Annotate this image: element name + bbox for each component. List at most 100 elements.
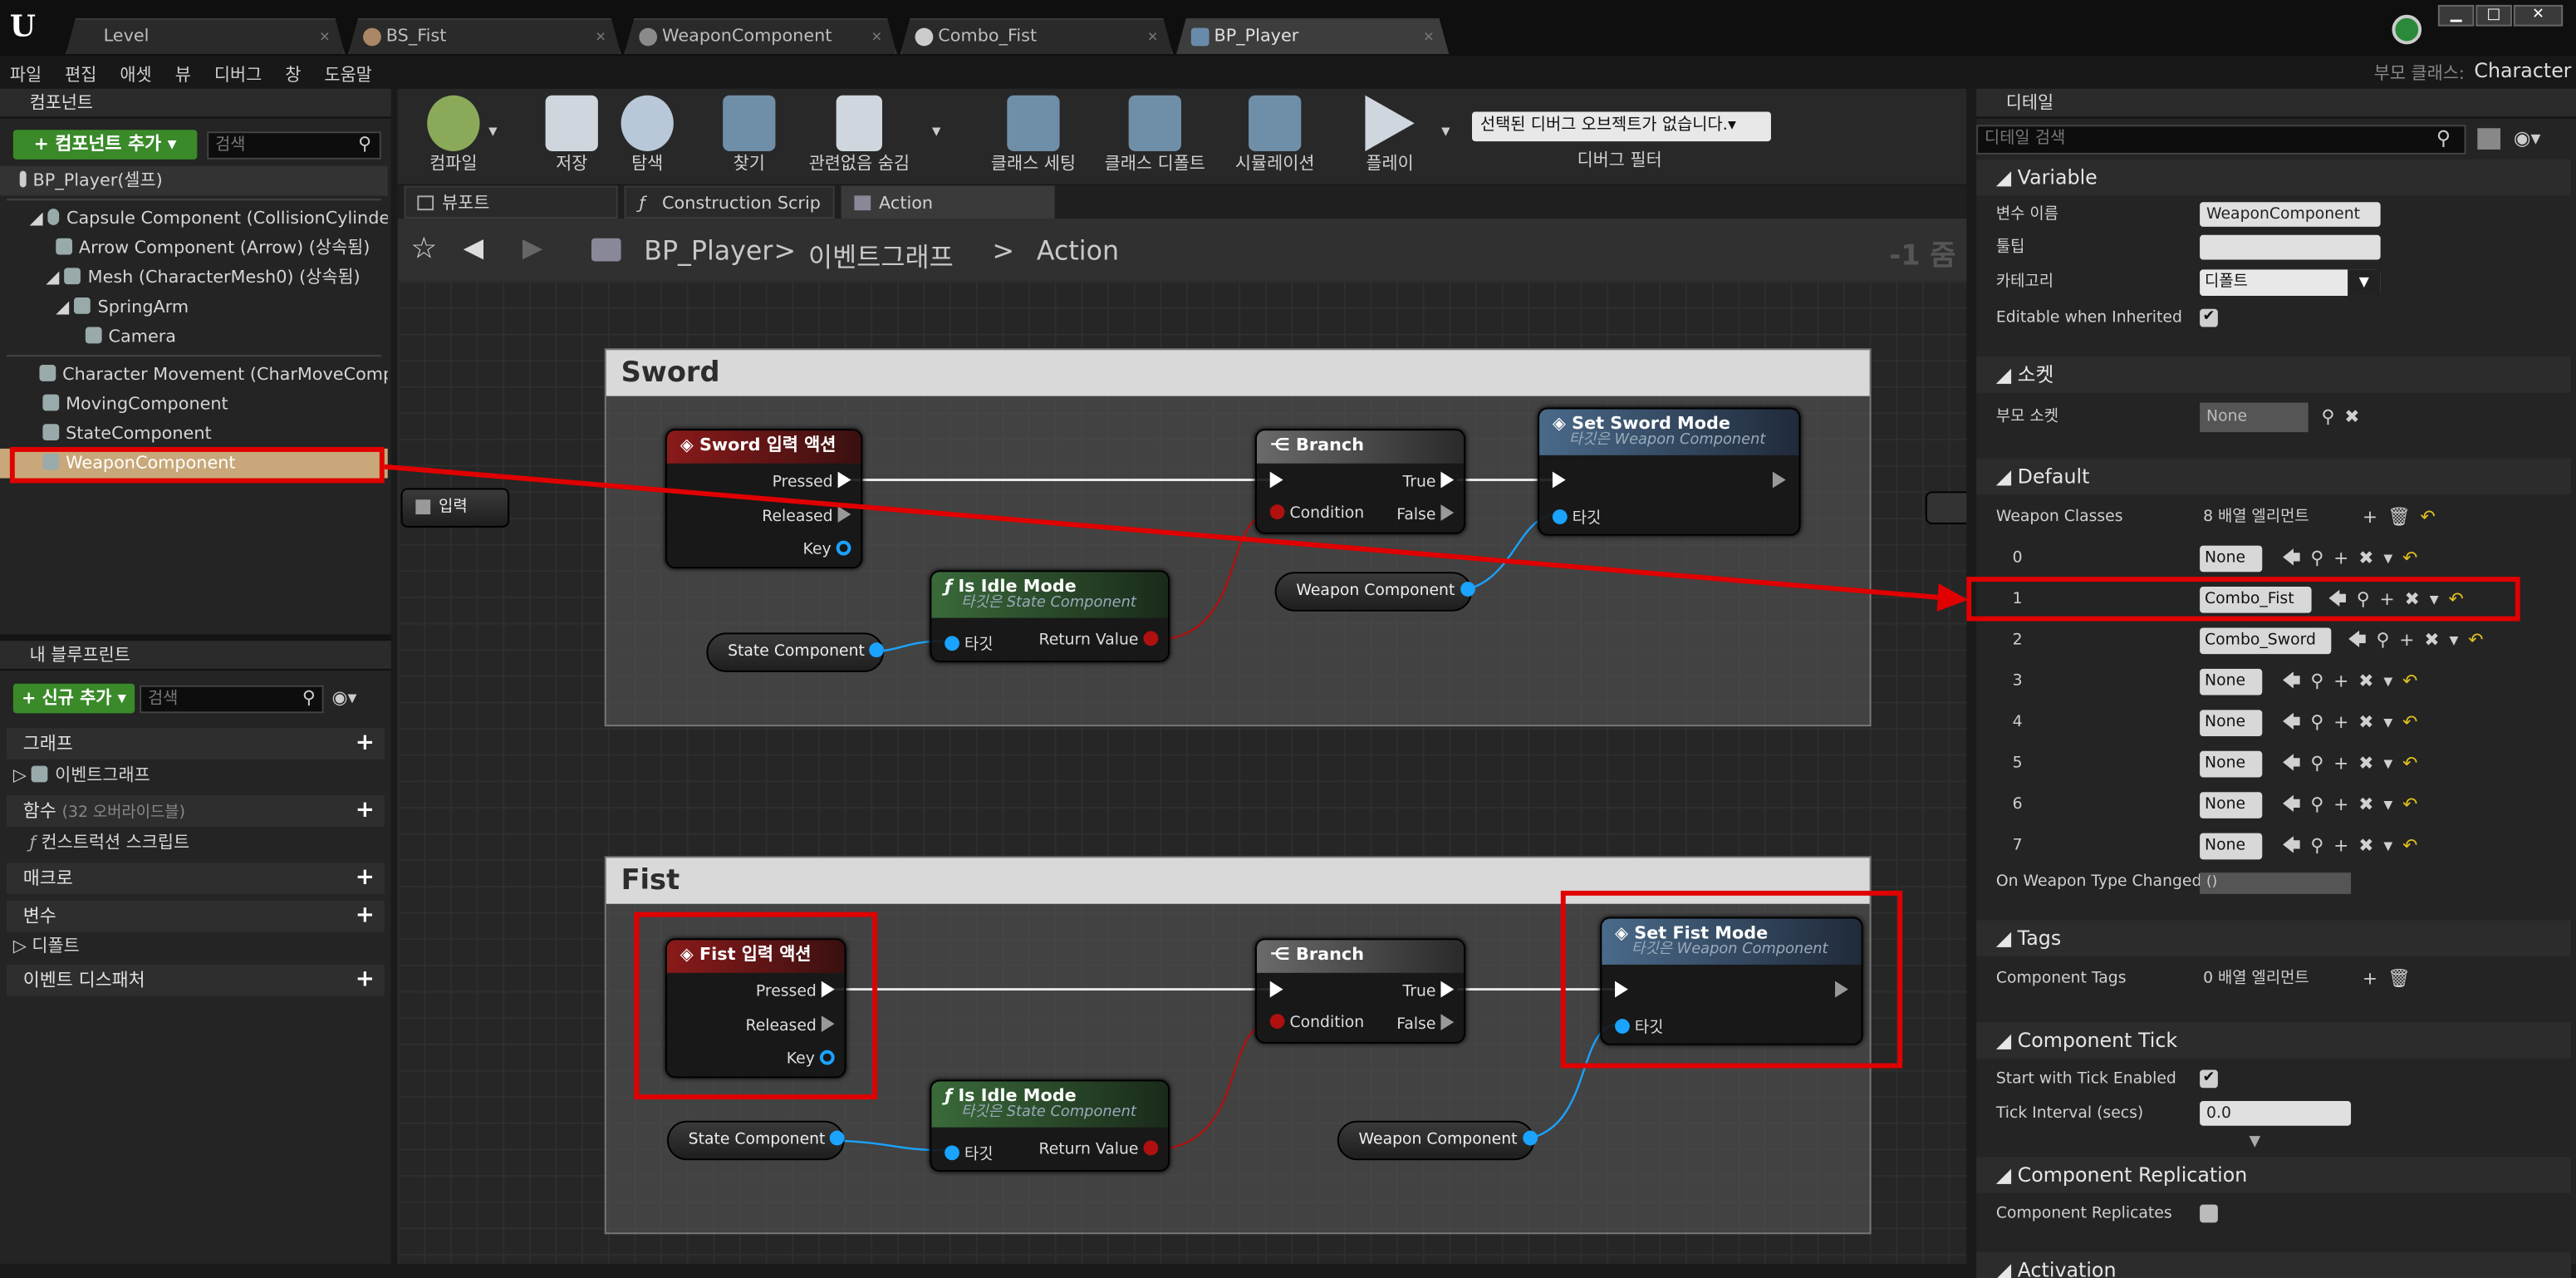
insert-icon[interactable]: + xyxy=(2333,753,2358,774)
reset-to-default-icon[interactable]: ↶ xyxy=(2449,588,2474,610)
chevron-down-icon[interactable]: ▾ xyxy=(2383,711,2402,733)
node-fist-branch[interactable]: ⋲ Branch True Condition False xyxy=(1254,938,1466,1044)
back-arrow-icon[interactable]: ◀ xyxy=(464,232,483,263)
tooltip-input[interactable] xyxy=(2200,234,2381,260)
maximize-button[interactable]: □ xyxy=(2475,4,2512,27)
close-icon[interactable]: ✕ xyxy=(871,20,882,55)
defaults-category-item[interactable]: ▷ 디폴트 xyxy=(0,931,388,961)
debug-object-dropdown[interactable]: 선택된 디버그 오브젝트가 없습니다.▾ xyxy=(1472,111,1771,142)
reset-to-default-icon[interactable]: ↶ xyxy=(2402,671,2427,692)
use-selected-icon[interactable]: 🡄 xyxy=(2282,753,2310,774)
reset-to-default-icon[interactable]: ↶ xyxy=(2468,629,2493,651)
add-element-icon[interactable]: + xyxy=(2363,968,2387,990)
component-state[interactable]: StateComponent xyxy=(0,419,388,449)
grid-view-icon[interactable] xyxy=(2477,128,2501,150)
tick-interval-input[interactable]: 0.0 xyxy=(2200,1101,2352,1126)
delete-icon[interactable]: ✖ xyxy=(2358,794,2383,815)
menu-edit[interactable]: 편집 xyxy=(55,56,105,87)
save-button[interactable]: 저장 xyxy=(536,89,608,184)
node-sword-input-action[interactable]: ◈ Sword 입력 액션 Pressed Released Key xyxy=(665,429,863,569)
breadcrumb-graph[interactable]: 이벤트그래프 xyxy=(808,235,954,274)
weapon-class-dropdown[interactable]: Combo_Fist xyxy=(2200,587,2312,613)
construction-script-item[interactable]: ƒ 컨스트럭션 스크립트 xyxy=(0,828,388,858)
browse-button[interactable]: 탐색 xyxy=(611,89,684,184)
unreal-logo-icon[interactable]: U xyxy=(10,10,43,47)
delete-icon[interactable]: ✖ xyxy=(2358,711,2383,733)
delete-icon[interactable]: ✖ xyxy=(2358,548,2383,569)
pin-pressed[interactable]: Pressed xyxy=(773,471,851,491)
weapon-class-dropdown[interactable]: Combo_Sword xyxy=(2200,627,2332,655)
find-button[interactable]: 찾기 xyxy=(713,89,785,184)
pin-true[interactable]: True xyxy=(1403,471,1455,491)
pin-released[interactable]: Released xyxy=(762,506,851,526)
pin-key[interactable]: Key xyxy=(803,540,851,558)
component-moving[interactable]: MovingComponent xyxy=(0,390,388,420)
components-search-input[interactable]: 검색 xyxy=(207,131,381,160)
menu-view[interactable]: 뷰 xyxy=(165,56,199,87)
on-weapon-type-changed-field[interactable]: () xyxy=(2200,872,2352,894)
node-set-sword-mode[interactable]: ◈ Set Sword Mode 타깃은 Weapon Component 타깃 xyxy=(1538,407,1801,536)
eye-icon[interactable]: ◉▾ xyxy=(2514,126,2541,150)
close-icon[interactable]: ✕ xyxy=(319,20,330,55)
node-set-fist-mode[interactable]: ◈ Set Fist Mode 타깃은 Weapon Component 타깃 xyxy=(1600,917,1863,1045)
category-socket[interactable]: ◢ 소켓 xyxy=(1976,356,2572,393)
delete-icon[interactable]: ✖ xyxy=(2358,835,2383,857)
pin-false[interactable]: False xyxy=(1396,504,1455,524)
magnifier-icon[interactable]: ⚲ xyxy=(2321,406,2344,427)
minimize-button[interactable]: ▁ xyxy=(2437,4,2475,27)
delete-icon[interactable]: ✖ xyxy=(2358,753,2383,774)
use-selected-icon[interactable]: 🡄 xyxy=(2282,671,2310,692)
node-fist-input-action[interactable]: ◈ Fist 입력 액션 Pressed Released Key xyxy=(665,938,846,1079)
class-defaults-button[interactable]: 클래스 디폴트 xyxy=(1097,89,1212,184)
pin-exec-in[interactable] xyxy=(1269,471,1283,492)
node-fist-is-idle-mode[interactable]: ƒ Is Idle Mode 타깃은 State Component 타깃 Ret… xyxy=(930,1079,1170,1172)
parent-socket-input[interactable]: None xyxy=(2200,402,2309,433)
delete-icon[interactable]: ✖ xyxy=(2358,671,2383,692)
pin-false[interactable]: False xyxy=(1396,1014,1455,1034)
section-variables[interactable]: 변수 + xyxy=(6,900,385,932)
browse-icon[interactable]: ⚲ xyxy=(2376,629,2399,651)
use-selected-icon[interactable]: 🡄 xyxy=(2282,835,2310,857)
node-sword-branch[interactable]: ⋲ Branch True Condition False xyxy=(1254,429,1466,534)
add-macro-icon[interactable]: + xyxy=(356,866,375,889)
pin-return-value[interactable]: Return Value xyxy=(1039,1140,1159,1158)
pin-key[interactable]: Key xyxy=(787,1049,835,1068)
use-selected-icon[interactable]: 🡄 xyxy=(2282,794,2310,815)
add-graph-icon[interactable]: + xyxy=(356,731,375,755)
component-arrow[interactable]: Arrow Component (Arrow) (상속됨) xyxy=(0,233,388,263)
use-selected-icon[interactable]: 🡄 xyxy=(2282,548,2310,569)
clear-icon[interactable]: ✖ xyxy=(2344,406,2369,427)
add-new-button[interactable]: + 신규 추가 ▾ xyxy=(12,683,135,714)
reset-to-default-icon[interactable]: ↶ xyxy=(2402,835,2427,857)
class-settings-button[interactable]: 클래스 세팅 xyxy=(979,89,1088,184)
insert-icon[interactable]: + xyxy=(2333,711,2358,733)
chevron-down-icon[interactable]: ▾ xyxy=(2430,588,2449,610)
use-selected-icon[interactable]: 🡄 xyxy=(2348,629,2376,651)
category-dropdown[interactable]: 디폴트 ▼ xyxy=(2200,269,2381,296)
menu-asset[interactable]: 애셋 xyxy=(110,56,160,87)
section-macros[interactable]: 매크로 + xyxy=(6,863,385,894)
weapon-class-dropdown[interactable]: None xyxy=(2200,750,2263,778)
weapon-class-dropdown[interactable]: None xyxy=(2200,710,2263,737)
insert-icon[interactable]: + xyxy=(2333,794,2358,815)
category-component-tick[interactable]: ◢ Component Tick xyxy=(1976,1022,2572,1059)
pin-target[interactable]: 타깃 xyxy=(945,631,994,654)
variable-name-input[interactable]: WeaponComponent xyxy=(2200,202,2381,227)
add-variable-icon[interactable]: + xyxy=(356,904,375,927)
tab-viewport[interactable]: 뷰포트 xyxy=(404,185,618,219)
chevron-down-icon[interactable]: ▾ xyxy=(2383,794,2402,815)
tab-weapon-component[interactable]: WeaponComponent ✕ xyxy=(625,18,897,55)
tab-construction-script[interactable]: ƒ Construction Scrip xyxy=(624,185,835,219)
my-blueprint-search-input[interactable]: 검색 xyxy=(140,685,324,714)
pin-exec-in[interactable] xyxy=(1615,981,1628,1001)
forward-arrow-icon[interactable]: ▶ xyxy=(523,232,542,263)
pin-condition[interactable]: Condition xyxy=(1269,504,1364,523)
trash-icon[interactable]: 🗑 xyxy=(2387,968,2420,990)
reset-to-default-icon[interactable]: ↶ xyxy=(2402,548,2427,569)
reset-to-default-icon[interactable]: ↶ xyxy=(2402,794,2427,815)
close-icon[interactable]: ✕ xyxy=(1423,20,1434,55)
chevron-down-icon[interactable]: ▾ xyxy=(2383,835,2402,857)
insert-icon[interactable]: + xyxy=(2333,835,2358,857)
add-element-icon[interactable]: + xyxy=(2363,506,2387,528)
component-character-movement[interactable]: Character Movement (CharMoveComp) ( xyxy=(0,360,388,390)
